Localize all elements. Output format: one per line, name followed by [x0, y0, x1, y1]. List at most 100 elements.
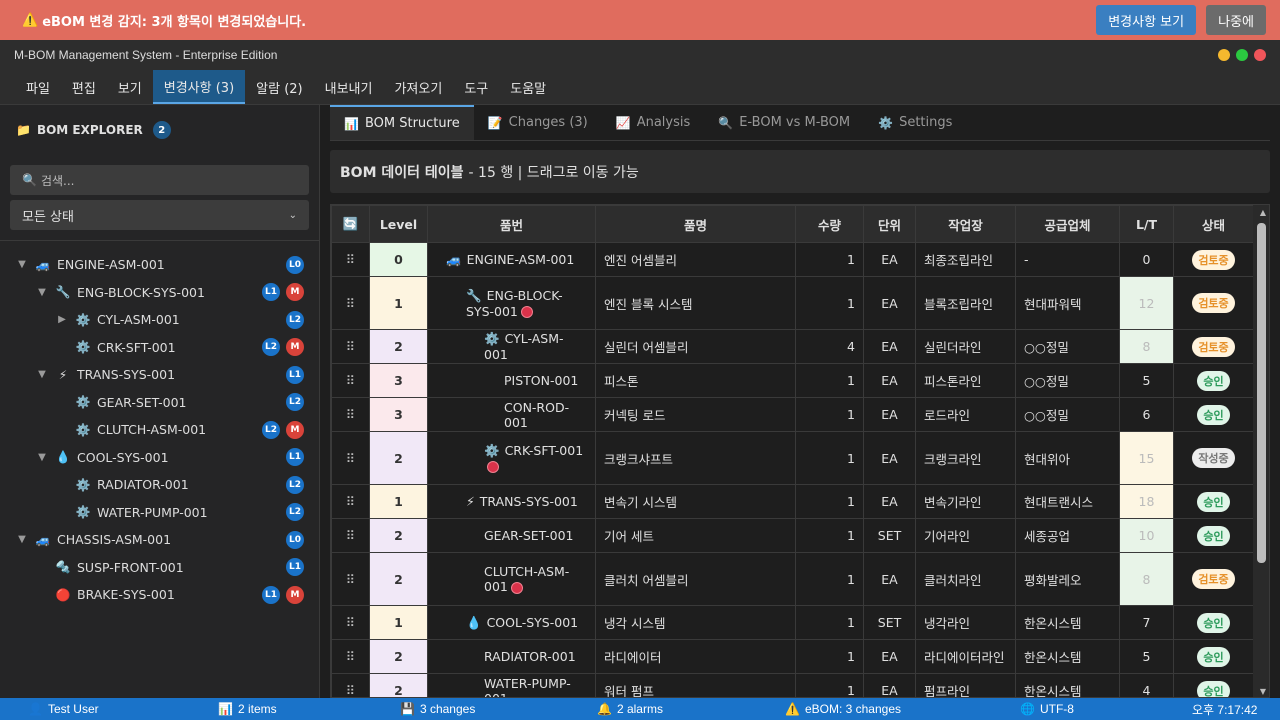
modified-badge: M [286, 283, 304, 302]
scroll-down-icon[interactable]: ▼ [1260, 687, 1266, 696]
level-badge: L1 [286, 558, 304, 577]
table-row[interactable]: ⠿ 2 GEAR-SET-001 기어 세트 1 SET 기어라인 세종공업 10 승인 [331, 518, 1254, 553]
menu-item[interactable]: 알람 (2) [245, 70, 313, 104]
status-filter-select[interactable]: 모든 상태 ⌄ [10, 200, 309, 230]
table-row[interactable]: ⠿ 1 ⚡ TRANS-SYS-001 변속기 시스템 1 EA 변속기라인 현대트랜시스 18 승… [331, 484, 1254, 519]
tree-item-label: RADIATOR-001 [97, 477, 189, 493]
table-row[interactable]: ⠿ 2 ⚙️ CRK-SFT-001 크랭크샤프트 1 EA 크랭크라인 현대위아 15 작성중 [331, 431, 1254, 485]
tree-item[interactable]: ▼ 🚙 ENGINE-ASM-001 L0 [0, 251, 320, 279]
table-row[interactable]: ⠿ 3 CON-ROD-001 커넥팅 로드 1 EA 로드라인 ○○정밀 6 승인 [331, 397, 1254, 432]
tree-item[interactable]: ⚙️ CRK-SFT-001 L2 M [0, 334, 320, 362]
drag-handle-icon[interactable]: ⠿ [331, 329, 370, 364]
menu-item[interactable]: 변경사항 (3) [152, 70, 246, 104]
close-button[interactable] [1254, 49, 1266, 61]
table-row[interactable]: ⠿ 3 PISTON-001 피스톤 1 EA 피스톤라인 ○○정밀 5 승인 [331, 363, 1254, 398]
drag-handle-icon[interactable]: ⠿ [331, 431, 370, 485]
tree-item[interactable]: ⚙️ WATER-PUMP-001 L2 [0, 499, 320, 527]
menu-item[interactable]: 도움말 [499, 70, 557, 104]
drag-handle-icon[interactable]: ⠿ [331, 276, 370, 330]
tree-item-icon: 💧 [55, 450, 71, 465]
status-cell: 승인 [1173, 363, 1254, 398]
tree-item[interactable]: ⚙️ GEAR-SET-001 L2 [0, 389, 320, 417]
scroll-thumb[interactable] [1257, 223, 1266, 563]
menu-item[interactable]: 편집 [61, 70, 107, 104]
status-cell: 검토중 [1173, 242, 1254, 277]
expand-icon[interactable]: ▶ [55, 314, 69, 325]
tree-item[interactable]: ⚙️ CLUTCH-ASM-001 L2 M [0, 416, 320, 444]
table-row[interactable]: ⠿ 2 RADIATOR-001 라디에이터 1 EA 라디에이터라인 한온시스템 5 승인 [331, 639, 1254, 674]
tab[interactable]: 📝 Changes (3) [474, 105, 602, 140]
collapse-icon[interactable]: ▼ [35, 369, 49, 380]
modified-badge: M [286, 585, 304, 604]
level-badge: L1 [286, 365, 304, 384]
part-number-cell: CLUTCH-ASM-001 [427, 552, 596, 606]
tree-item[interactable]: 🔴 BRAKE-SYS-001 L1 M [0, 581, 320, 609]
tree-item[interactable]: ▼ 🔧 ENG-BLOCK-SYS-001 L1 M [0, 279, 320, 307]
quantity-cell: 1 [795, 276, 864, 330]
tree-item-icon: ⚙️ [75, 505, 91, 520]
collapse-icon[interactable]: ▼ [35, 287, 49, 298]
drag-handle-icon[interactable]: ⠿ [331, 242, 370, 277]
menu-item[interactable]: 파일 [15, 70, 61, 104]
drag-handle-icon[interactable]: ⠿ [331, 605, 370, 640]
tree-item[interactable]: 🔩 SUSP-FRONT-001 L1 [0, 554, 320, 582]
tree-item[interactable]: ▶ ⚙️ CYL-ASM-001 L2 [0, 306, 320, 334]
unit-cell: EA [863, 431, 916, 485]
collapse-icon[interactable]: ▼ [35, 452, 49, 463]
drag-handle-icon[interactable]: ⠿ [331, 397, 370, 432]
workplace-cell: 변속기라인 [915, 484, 1016, 519]
warning-icon: ⚠️ [22, 12, 39, 28]
table-row[interactable]: ⠿ 0 🚙 ENGINE-ASM-001 엔진 어셈블리 1 EA 최종조립라인 -0 검토중 [331, 242, 1254, 277]
later-button[interactable]: 나중에 [1206, 5, 1266, 35]
tree-item[interactable]: ▼ ⚡ TRANS-SYS-001 L1 [0, 361, 320, 389]
workplace-cell: 냉각라인 [915, 605, 1016, 640]
search-icon: 🔍 [22, 173, 37, 187]
table-row[interactable]: ⠿ 1 💧 COOL-SYS-001 냉각 시스템 1 SET 냉각라인 한온시스템 7 승인 [331, 605, 1254, 640]
minimize-button[interactable] [1218, 49, 1230, 61]
table-row[interactable]: ⠿ 2 CLUTCH-ASM-001 클러치 어셈블리 1 EA 클러치라인 평화발레오 8 검토… [331, 552, 1254, 606]
drag-handle-icon[interactable]: ⠿ [331, 518, 370, 553]
scroll-up-icon[interactable]: ▲ [1260, 208, 1266, 217]
status-badge: 승인 [1197, 404, 1230, 425]
supplier-cell: 현대파워텍 [1015, 276, 1120, 330]
tree-item[interactable]: ⚙️ RADIATOR-001 L2 [0, 471, 320, 499]
drag-handle-icon[interactable]: ⠿ [331, 363, 370, 398]
drag-handle-icon[interactable]: ⠿ [331, 639, 370, 674]
supplier-cell: 현대트랜시스 [1015, 484, 1120, 519]
maximize-button[interactable] [1236, 49, 1248, 61]
status-items: 📊 2 items [218, 702, 277, 716]
tab[interactable]: 🔍 E-BOM vs M-BOM [704, 105, 864, 140]
tab[interactable]: ⚙️ Settings [864, 105, 966, 140]
table-scrollbar[interactable]: ▲ ▼ [1253, 205, 1269, 697]
view-changes-button[interactable]: 변경사항 보기 [1096, 5, 1197, 35]
table-row[interactable]: ⠿ 1 🔧 ENG-BLOCK-SYS-001 엔진 블록 시스템 1 EA 블록조립라인 현대… [331, 276, 1254, 330]
menu-item[interactable]: 내보내기 [314, 70, 384, 104]
lead-time-cell: 8 [1119, 552, 1174, 606]
search-input[interactable]: 🔍 검색... [10, 165, 309, 195]
tab[interactable]: 📈 Analysis [602, 105, 705, 140]
status-filter-value: 모든 상태 [22, 209, 74, 225]
menu-item[interactable]: 보기 [107, 70, 153, 104]
drag-handle-icon[interactable]: ⠿ [331, 673, 370, 697]
collapse-icon[interactable]: ▼ [15, 534, 29, 545]
menu-item[interactable]: 가져오기 [383, 70, 453, 104]
lead-time-cell: 10 [1119, 518, 1174, 553]
drag-handle-icon[interactable]: ⠿ [331, 484, 370, 519]
refresh-column-header[interactable]: 🔄 [331, 205, 370, 243]
tree-item-badges: L2 [286, 310, 304, 329]
unit-cell: EA [863, 397, 916, 432]
collapse-icon[interactable]: ▼ [15, 259, 29, 270]
tree-item[interactable]: ▼ 🚙 CHASSIS-ASM-001 L0 [0, 526, 320, 554]
tab[interactable]: 📊 BOM Structure [330, 105, 474, 140]
lead-time-cell: 0 [1119, 242, 1174, 277]
supplier-cell: - [1015, 242, 1120, 277]
status-badge: 승인 [1197, 680, 1230, 697]
lead-time-cell: 8 [1119, 329, 1174, 364]
table-row[interactable]: ⠿ 2 ⚙️ CYL-ASM-001 실린더 어셈블리 4 EA 실린더라인 ○○정밀 8 검토중 [331, 329, 1254, 364]
table-row[interactable]: ⠿ 2 WATER-PUMP-001 워터 펌프 1 EA 펌프라인 한온시스템 4 승인 [331, 673, 1254, 697]
tree-item[interactable]: ▼ 💧 COOL-SYS-001 L1 [0, 444, 320, 472]
drag-handle-icon[interactable]: ⠿ [331, 552, 370, 606]
status-cell: 검토중 [1173, 276, 1254, 330]
menu-item[interactable]: 도구 [453, 70, 499, 104]
part-type-icon: ⚡ [466, 494, 475, 509]
